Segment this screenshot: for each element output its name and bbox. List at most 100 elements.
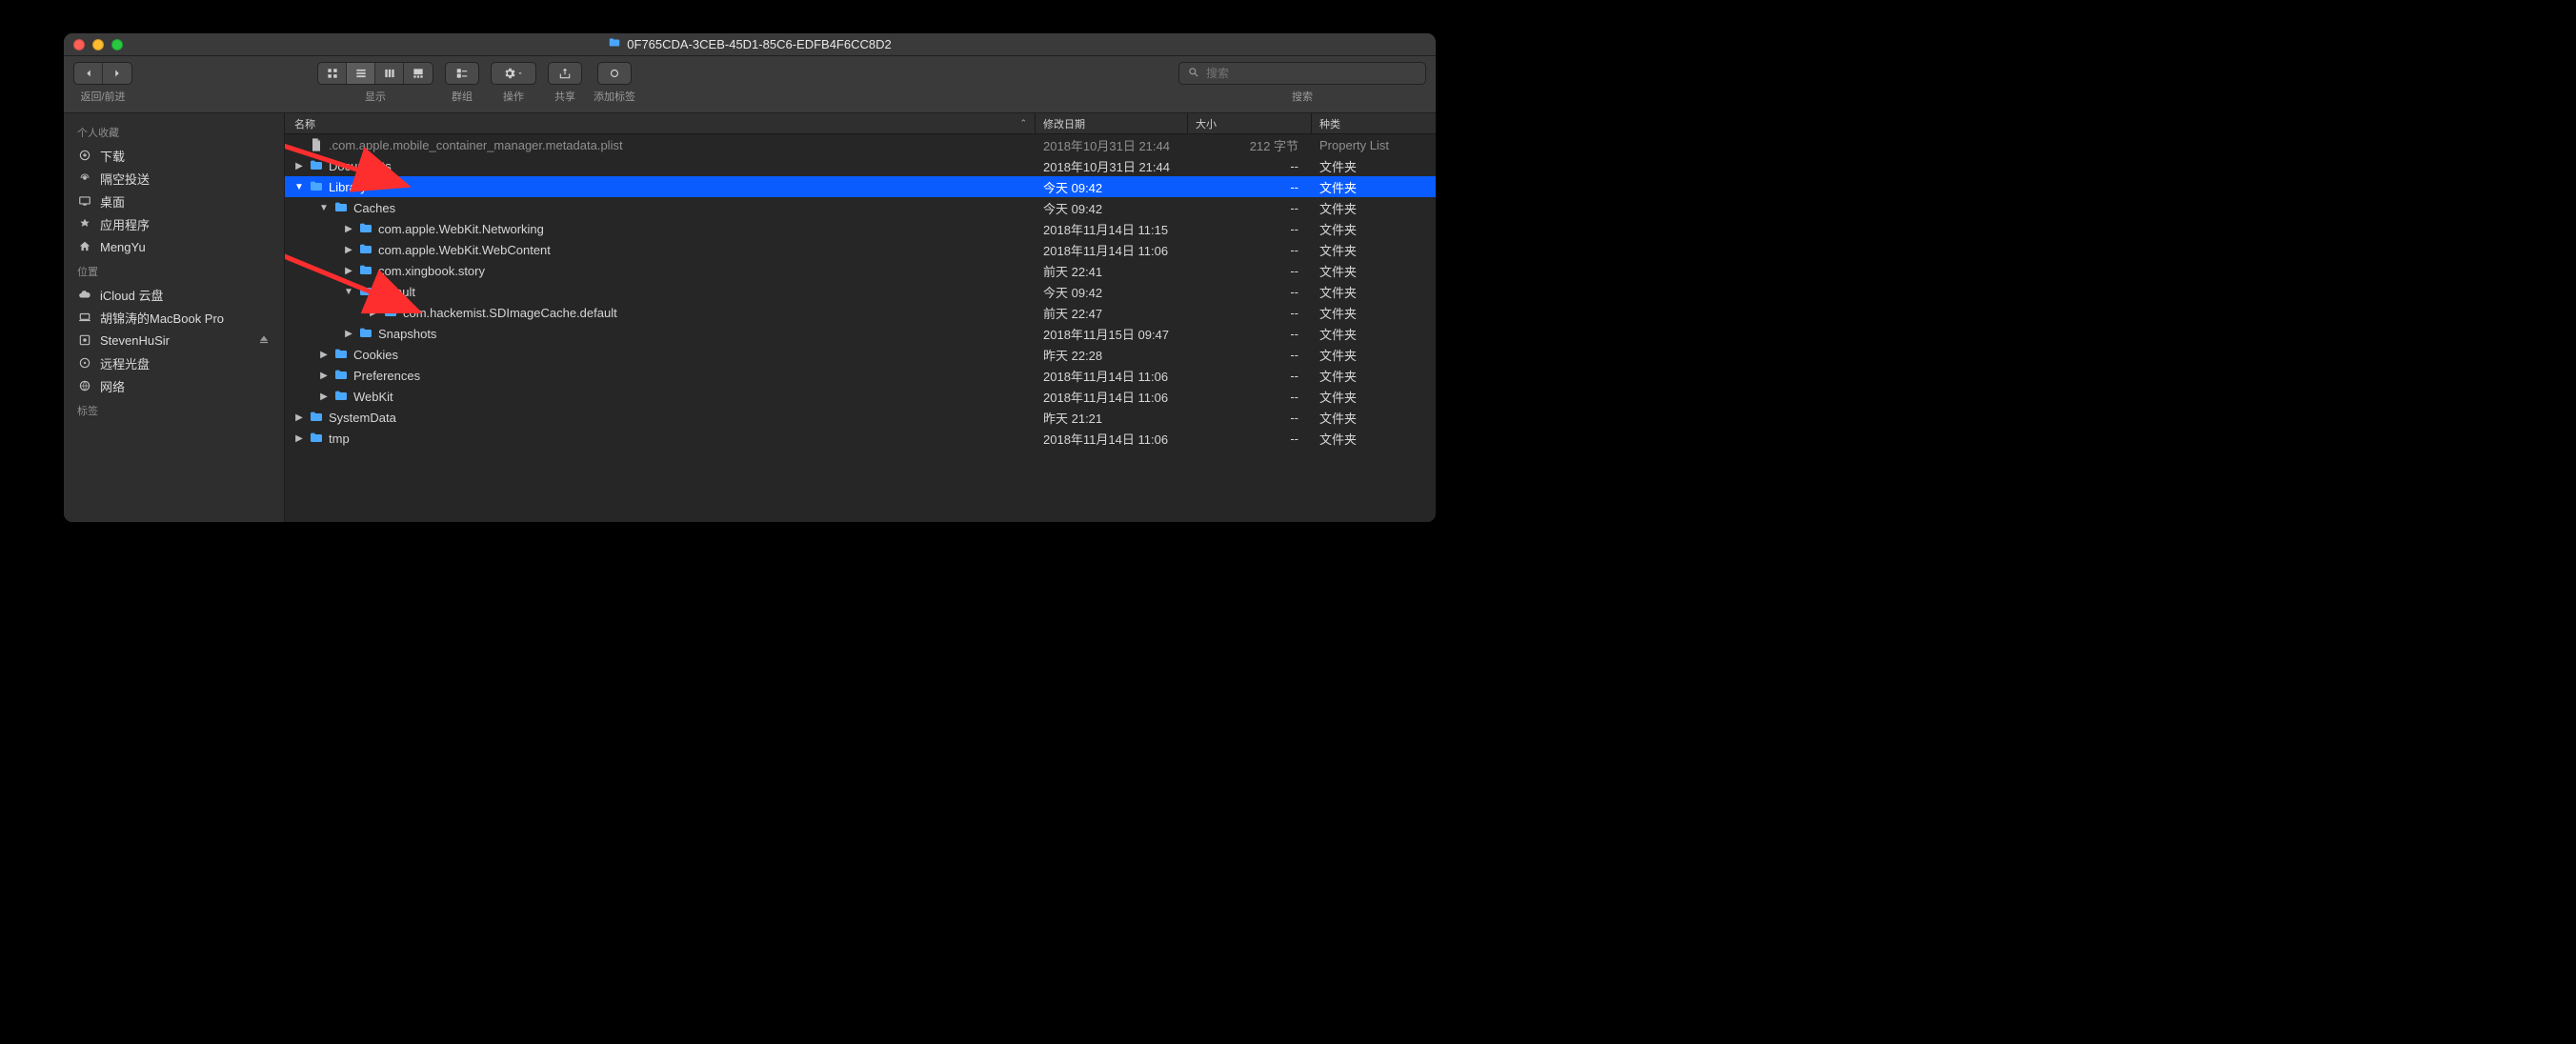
minimize-button[interactable] — [92, 39, 104, 50]
folder-icon — [309, 432, 324, 445]
folder-icon — [358, 285, 373, 298]
disclosure-triangle-icon[interactable]: ▶ — [294, 433, 304, 444]
file-row[interactable]: ▼Caches今天 09:42--文件夹 — [285, 197, 1436, 218]
sidebar-item[interactable]: 网络 — [64, 374, 284, 397]
file-name: default — [378, 285, 415, 299]
action-group: 操作 — [491, 62, 536, 104]
view-icons-button[interactable] — [318, 63, 347, 84]
file-row[interactable]: ▶tmp2018年11月14日 11:06--文件夹 — [285, 428, 1436, 449]
cell-kind: 文件夹 — [1312, 283, 1436, 301]
disclosure-triangle-icon[interactable]: ▼ — [319, 203, 329, 213]
file-row[interactable]: ▶com.xingbook.story前天 22:41--文件夹 — [285, 260, 1436, 281]
laptop-icon — [77, 311, 92, 324]
file-row[interactable]: ▼Library今天 09:42--文件夹 — [285, 176, 1436, 197]
file-row[interactable]: ▶Documents2018年10月31日 21:44--文件夹 — [285, 155, 1436, 176]
cell-kind: 文件夹 — [1312, 409, 1436, 427]
disclosure-triangle-icon[interactable]: ▶ — [294, 412, 304, 423]
disclosure-triangle-icon[interactable]: ▶ — [369, 308, 378, 318]
column-kind[interactable]: 种类 — [1312, 113, 1436, 133]
sidebar-item[interactable]: 隔空投送 — [64, 167, 284, 190]
file-row[interactable]: ▶com.apple.WebKit.WebContent2018年11月14日 … — [285, 239, 1436, 260]
column-name[interactable]: 名称⌃ — [285, 113, 1036, 133]
sidebar-item[interactable]: iCloud 云盘 — [64, 283, 284, 306]
cell-kind: Property List — [1312, 138, 1436, 152]
disclosure-triangle-icon[interactable]: ▶ — [319, 392, 329, 402]
file-row[interactable]: ▶Cookies昨天 22:28--文件夹 — [285, 344, 1436, 365]
sidebar-item[interactable]: 远程光盘 — [64, 351, 284, 374]
file-row[interactable]: ▶Snapshots2018年11月15日 09:47--文件夹 — [285, 323, 1436, 344]
view-gallery-button[interactable] — [404, 63, 433, 84]
sidebar-item[interactable]: StevenHuSir — [64, 329, 284, 351]
sidebar-item[interactable]: 下载 — [64, 144, 284, 167]
close-button[interactable] — [73, 39, 85, 50]
file-row[interactable]: .com.apple.mobile_container_manager.meta… — [285, 134, 1436, 155]
column-size[interactable]: 大小 — [1188, 113, 1312, 133]
nav-group: 返回/前进 — [73, 62, 132, 104]
group-button[interactable] — [445, 62, 479, 85]
action-button[interactable] — [491, 62, 536, 85]
file-row[interactable]: ▶com.hackemist.SDImageCache.default前天 22… — [285, 302, 1436, 323]
sidebar-section-title: 个人收藏 — [64, 119, 284, 144]
sidebar-item-label: 远程光盘 — [100, 354, 150, 372]
cell-name: ▼ default — [285, 285, 1036, 299]
sidebar-section-title: 标签 — [64, 397, 284, 422]
disclosure-triangle-icon[interactable]: ▶ — [319, 350, 329, 360]
cell-name: ▶ com.xingbook.story — [285, 264, 1036, 278]
zoom-button[interactable] — [111, 39, 123, 50]
file-row[interactable]: ▶WebKit2018年11月14日 11:06--文件夹 — [285, 386, 1436, 407]
sidebar-item[interactable]: 胡锦涛的MacBook Pro — [64, 306, 284, 329]
sidebar-item[interactable]: 应用程序 — [64, 212, 284, 235]
sidebar: 个人收藏下载隔空投送桌面应用程序MengYu位置iCloud 云盘胡锦涛的Mac… — [64, 113, 285, 522]
file-row[interactable]: ▶SystemData昨天 21:21--文件夹 — [285, 407, 1436, 428]
tags-button[interactable] — [597, 62, 632, 85]
file-name: SystemData — [329, 411, 396, 425]
file-row[interactable]: ▶ com.apple.WebKit.Networking 2018年11月14日 … — [285, 218, 1436, 239]
disclosure-triangle-icon[interactable]: ▼ — [344, 287, 353, 297]
sidebar-item[interactable]: MengYu — [64, 235, 284, 258]
cell-size: -- — [1188, 222, 1312, 236]
sidebar-item[interactable]: 桌面 — [64, 190, 284, 212]
search-field[interactable] — [1178, 62, 1426, 85]
file-row[interactable]: ▼default今天 09:42--文件夹 — [285, 281, 1436, 302]
file-name: com.hackemist.SDImageCache.default — [403, 306, 617, 320]
disclosure-triangle-icon[interactable]: ▶ — [344, 266, 353, 276]
cell-date: 今天 09:42 — [1036, 178, 1188, 196]
disclosure-triangle-icon[interactable]: ▶ — [344, 329, 353, 339]
sort-indicator-icon: ⌃ — [1019, 118, 1027, 129]
search-label: 搜索 — [1292, 89, 1313, 104]
disclosure-triangle-icon[interactable]: ▶ — [294, 161, 304, 171]
titlebar: 0F765CDA-3CEB-45D1-85C6-EDFB4F6CC8D2 — [64, 33, 1436, 56]
tags-label: 添加标签 — [594, 89, 635, 104]
view-columns-button[interactable] — [375, 63, 404, 84]
search-input[interactable] — [1206, 67, 1418, 80]
sidebar-item-label: 胡锦涛的MacBook Pro — [100, 309, 224, 327]
cell-date: 今天 09:42 — [1036, 199, 1188, 217]
file-name: com.apple.WebKit.Networking — [378, 222, 544, 236]
eject-icon[interactable] — [257, 332, 271, 349]
window-title-text: 0F765CDA-3CEB-45D1-85C6-EDFB4F6CC8D2 — [627, 37, 891, 51]
disclosure-triangle-icon[interactable]: ▶ — [319, 371, 329, 381]
folder-icon — [358, 222, 373, 235]
cell-date: 2018年11月14日 11:15 — [1036, 220, 1188, 238]
window-controls — [73, 39, 123, 50]
download-icon — [77, 149, 92, 162]
cell-kind: 文件夹 — [1312, 220, 1436, 238]
disclosure-triangle-icon[interactable]: ▶ — [344, 224, 353, 234]
cell-date: 2018年11月14日 11:06 — [1036, 367, 1188, 385]
share-button[interactable] — [548, 62, 582, 85]
cell-size: -- — [1188, 369, 1312, 383]
file-name: Library — [329, 180, 367, 194]
back-button[interactable] — [74, 63, 103, 84]
cell-size: -- — [1188, 285, 1312, 299]
file-name: Documents — [329, 159, 392, 173]
file-name: com.xingbook.story — [378, 264, 485, 278]
forward-button[interactable] — [103, 63, 131, 84]
disclosure-triangle-icon[interactable]: ▶ — [344, 245, 353, 255]
cell-name: ▶com.apple.WebKit.WebContent — [285, 243, 1036, 257]
disclosure-triangle-icon[interactable]: ▼ — [294, 182, 304, 192]
view-list-button[interactable] — [347, 63, 375, 84]
column-date[interactable]: 修改日期 — [1036, 113, 1188, 133]
folder-icon — [333, 201, 349, 214]
file-row[interactable]: ▶Preferences2018年11月14日 11:06--文件夹 — [285, 365, 1436, 386]
opticdisc-icon — [77, 356, 92, 370]
